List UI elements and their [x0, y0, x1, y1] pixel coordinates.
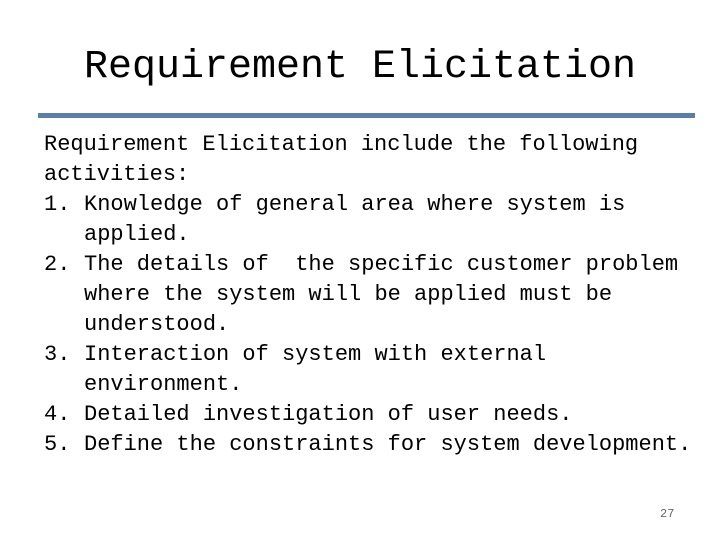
item-number: 4.	[44, 402, 71, 427]
item-text: The details of the specific customer pro…	[84, 252, 692, 337]
item-text: Knowledge of general area where system i…	[84, 192, 626, 247]
item-text: Interaction of system with external envi…	[84, 342, 547, 397]
list-item: 5. Define the constraints for system dev…	[44, 430, 704, 460]
activity-list: 1. Knowledge of general area where syste…	[44, 190, 704, 460]
item-text: Define the constraints for system develo…	[84, 432, 692, 457]
item-text: Detailed investigation of user needs.	[84, 402, 573, 427]
item-number: 2.	[44, 252, 71, 277]
intro-text: Requirement Elicitation include the foll…	[44, 132, 639, 187]
page-number: 27	[660, 507, 675, 521]
list-item: 2. The details of the specific customer …	[44, 250, 704, 340]
title-divider	[38, 113, 695, 118]
item-number: 5.	[44, 432, 71, 457]
item-number: 3.	[44, 342, 71, 367]
slide-body: Requirement Elicitation include the foll…	[44, 130, 704, 460]
list-item: 1. Knowledge of general area where syste…	[44, 190, 704, 250]
item-number: 1.	[44, 192, 71, 217]
slide-title: Requirement Elicitation	[83, 45, 637, 90]
list-item: 3. Interaction of system with external e…	[44, 340, 704, 400]
list-item: 4. Detailed investigation of user needs.	[44, 400, 704, 430]
